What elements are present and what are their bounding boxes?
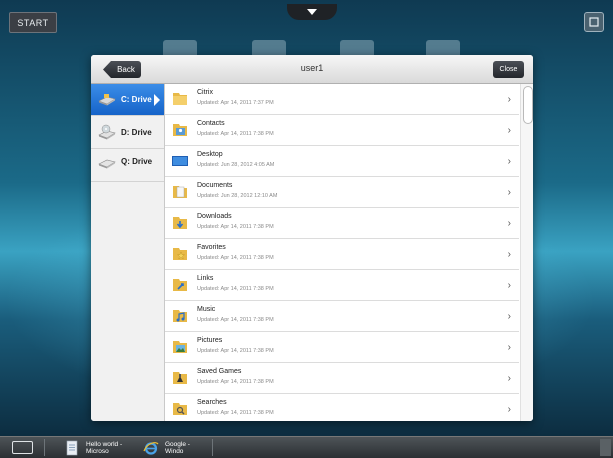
window-toggle-button[interactable] <box>584 12 604 32</box>
chevron-right-icon: › <box>507 249 511 260</box>
drive-c-icon <box>97 93 117 107</box>
word-document-icon <box>64 440 80 456</box>
selected-arrow-icon <box>154 94 160 106</box>
dialog-title: user1 <box>300 63 324 73</box>
list-item[interactable]: Downloads Updated: Apr 14, 2011 7:38 PM … <box>165 208 519 239</box>
drive-item-q[interactable]: Q: Drive <box>91 149 164 182</box>
file-updated: Updated: Apr 14, 2011 7:38 PM <box>197 131 274 137</box>
music-folder-icon <box>171 307 189 325</box>
drive-item-c[interactable]: C: Drive <box>91 84 164 116</box>
drive-list: C: Drive D: Drive Q: Drive <box>91 84 165 421</box>
downloads-folder-icon <box>171 214 189 232</box>
file-updated: Updated: Apr 14, 2011 7:38 PM <box>197 379 274 385</box>
start-button[interactable]: START <box>9 12 57 33</box>
taskbar-item-label: Google - Windo <box>165 440 190 455</box>
file-name: Contacts <box>197 120 225 127</box>
contacts-folder-icon <box>171 121 189 139</box>
file-updated: Updated: Apr 14, 2011 7:38 PM <box>197 348 274 354</box>
list-item[interactable]: Music Updated: Apr 14, 2011 7:38 PM › <box>165 301 519 332</box>
links-folder-icon <box>171 276 189 294</box>
documents-folder-icon <box>171 183 189 201</box>
network-drive-icon <box>97 157 117 171</box>
pictures-folder-icon <box>171 338 189 356</box>
list-item[interactable]: Links Updated: Apr 14, 2011 7:38 PM › <box>165 270 519 301</box>
top-dropdown-tab[interactable] <box>287 4 337 20</box>
file-name: Music <box>197 306 216 313</box>
file-name: Favorites <box>197 244 226 251</box>
file-updated: Updated: Apr 14, 2011 7:37 PM <box>197 100 274 106</box>
close-button[interactable]: Close <box>493 61 524 78</box>
list-item[interactable]: Pictures Updated: Apr 14, 2011 7:38 PM › <box>165 332 519 363</box>
dvd-drive-icon <box>97 124 117 140</box>
drive-label: Q: Drive <box>121 157 153 166</box>
dialog-titlebar: Back user1 Close <box>91 55 533 84</box>
desktop-icons-row <box>0 40 613 56</box>
file-list-scrollbar[interactable] <box>520 84 533 421</box>
chevron-right-icon: › <box>507 218 511 229</box>
list-item[interactable]: Contacts Updated: Apr 14, 2011 7:38 PM › <box>165 115 519 146</box>
list-item[interactable]: Searches Updated: Apr 14, 2011 7:38 PM › <box>165 394 519 421</box>
file-list: Citrix Updated: Apr 14, 2011 7:37 PM › C… <box>165 84 519 421</box>
file-name: Searches <box>197 399 227 406</box>
internet-explorer-icon <box>143 440 159 456</box>
file-name: Documents <box>197 182 233 189</box>
scrollbar-thumb[interactable] <box>523 86 533 124</box>
chevron-right-icon: › <box>507 187 511 198</box>
file-name: Desktop <box>197 151 223 158</box>
chevron-down-icon <box>307 9 317 15</box>
taskbar: Hello world - Microso Google - Windo <box>0 436 613 458</box>
file-name: Saved Games <box>197 368 242 375</box>
chevron-right-icon: › <box>507 342 511 353</box>
file-name: Citrix <box>197 89 213 96</box>
desktop-shortcut-icon[interactable] <box>163 40 197 56</box>
desktop-shortcut-icon[interactable] <box>252 40 286 56</box>
chevron-right-icon: › <box>507 404 511 415</box>
desktop-folder-icon <box>171 152 189 170</box>
searches-folder-icon <box>171 400 189 418</box>
list-item[interactable]: Citrix Updated: Apr 14, 2011 7:37 PM › <box>165 84 519 115</box>
file-browser-dialog: Back user1 Close C: Drive D: Drive Q: Dr… <box>91 55 533 421</box>
taskbar-corner-button[interactable] <box>600 439 611 456</box>
favorites-folder-icon <box>171 245 189 263</box>
drive-label: C: Drive <box>121 95 152 104</box>
show-desktop-icon[interactable] <box>12 441 33 454</box>
list-item[interactable]: Desktop Updated: Jun 28, 2012 4:05 AM › <box>165 146 519 177</box>
file-updated: Updated: Apr 14, 2011 7:38 PM <box>197 410 274 416</box>
taskbar-separator <box>212 439 213 456</box>
folder-icon <box>171 90 189 108</box>
list-item[interactable]: Saved Games Updated: Apr 14, 2011 7:38 P… <box>165 363 519 394</box>
file-updated: Updated: Apr 14, 2011 7:38 PM <box>197 224 274 230</box>
file-updated: Updated: Apr 14, 2011 7:38 PM <box>197 286 274 292</box>
file-name: Pictures <box>197 337 223 344</box>
file-name: Links <box>197 275 214 282</box>
window-icon <box>589 17 599 27</box>
taskbar-item-word[interactable]: Hello world - Microso <box>64 438 134 457</box>
list-item[interactable]: Documents Updated: Jun 28, 2012 12:10 AM… <box>165 177 519 208</box>
list-item[interactable]: Favorites Updated: Apr 14, 2011 7:38 PM … <box>165 239 519 270</box>
desktop-shortcut-icon[interactable] <box>340 40 374 56</box>
file-updated: Updated: Jun 28, 2012 4:05 AM <box>197 162 275 168</box>
chevron-right-icon: › <box>507 156 511 167</box>
desktop-shortcut-icon[interactable] <box>426 40 460 56</box>
file-updated: Updated: Apr 14, 2011 7:38 PM <box>197 255 274 261</box>
file-name: Downloads <box>197 213 232 220</box>
file-updated: Updated: Apr 14, 2011 7:38 PM <box>197 317 274 323</box>
drive-label: D: Drive <box>121 127 152 137</box>
taskbar-item-browser[interactable]: Google - Windo <box>143 438 209 457</box>
chevron-right-icon: › <box>507 94 511 105</box>
chevron-right-icon: › <box>507 280 511 291</box>
saved-games-folder-icon <box>171 369 189 387</box>
chevron-right-icon: › <box>507 125 511 136</box>
drive-item-d[interactable]: D: Drive <box>91 116 164 149</box>
taskbar-separator <box>44 439 45 456</box>
taskbar-item-label: Hello world - Microso <box>86 440 123 455</box>
chevron-right-icon: › <box>507 311 511 322</box>
file-updated: Updated: Jun 28, 2012 12:10 AM <box>197 193 278 199</box>
chevron-right-icon: › <box>507 373 511 384</box>
